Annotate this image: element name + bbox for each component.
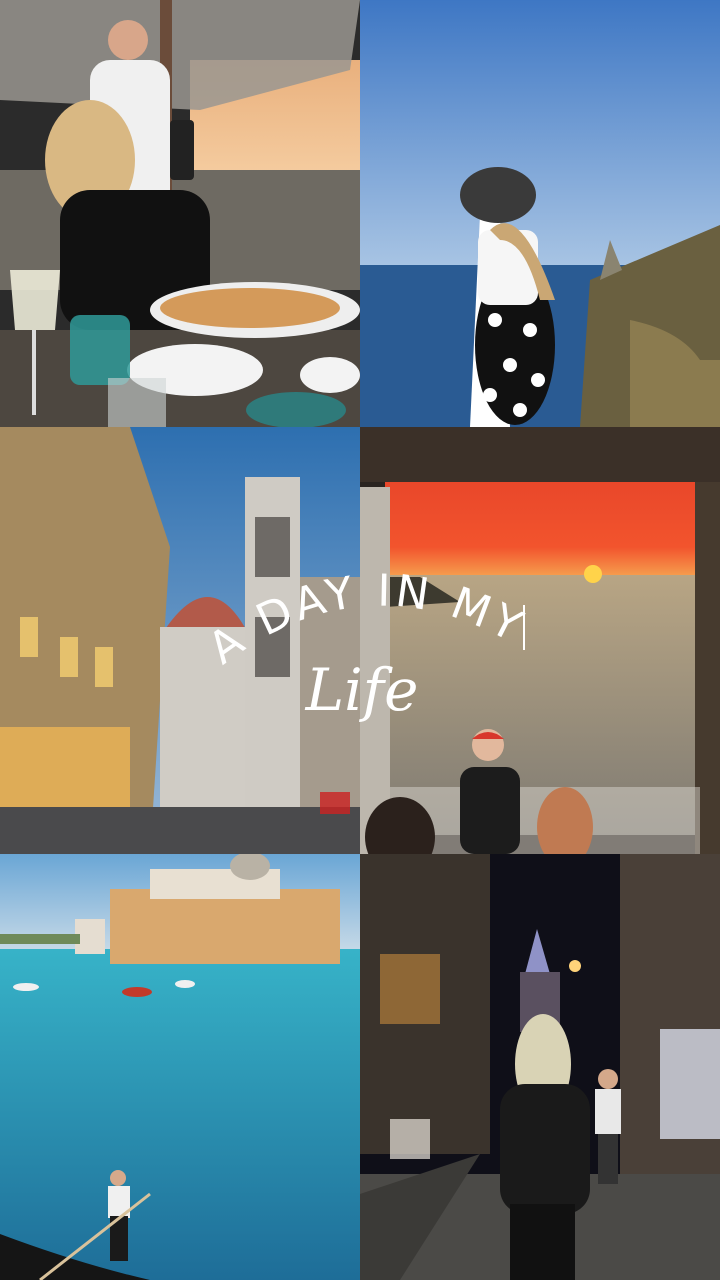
sunset-terrace-photo [360,427,720,854]
coastal-cliff-photo [360,0,720,427]
restaurant-terrace-photo [0,0,360,427]
venice-canal-photo [0,854,360,1280]
istanbul-night-street-photo [360,854,720,1280]
florence-cathedral-photo [0,427,360,854]
photo-collage [0,0,720,1280]
